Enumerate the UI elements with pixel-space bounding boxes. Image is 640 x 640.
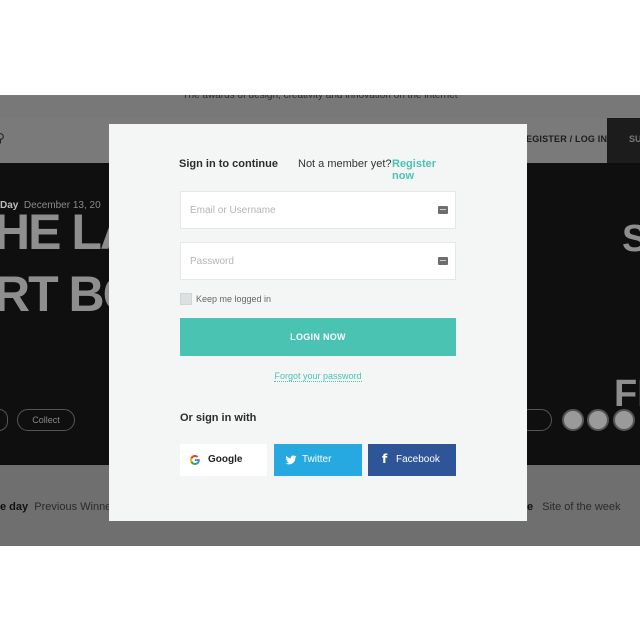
- avatar: [562, 409, 584, 431]
- collect-button: Collect: [17, 409, 75, 431]
- bottom-left-links: e day Previous Winne: [0, 501, 112, 513]
- keyboard-icon: [438, 257, 448, 265]
- email-input[interactable]: [181, 192, 455, 228]
- sign-in-modal: Sign in to continue Not a member yet? Re…: [109, 124, 527, 521]
- google-icon: [190, 455, 200, 465]
- twitter-sign-in-button[interactable]: Twitter: [274, 444, 362, 476]
- facebook-sign-in-button[interactable]: f Facebook: [368, 444, 456, 476]
- modal-title: Sign in to continue: [179, 158, 278, 170]
- facebook-f-icon: f: [382, 452, 388, 466]
- submit-button: SU: [607, 118, 640, 163]
- keep-logged-in-checkbox[interactable]: [180, 293, 192, 305]
- keyboard-icon: [438, 206, 448, 214]
- hero-pill-left: [0, 409, 8, 431]
- google-sign-in-button[interactable]: Google: [180, 444, 267, 476]
- google-label: Google: [208, 454, 243, 465]
- facebook-label: Facebook: [396, 454, 440, 465]
- avatar: [587, 409, 609, 431]
- register-login-link: EGISTER / LOG IN: [526, 134, 608, 144]
- password-input[interactable]: [181, 243, 455, 279]
- twitter-label: Twitter: [302, 454, 332, 465]
- hero-right-headline-1: S: [622, 218, 640, 260]
- site-tagline: The awards of design, creativity and inn…: [0, 95, 640, 118]
- forgot-password: Forgot your password: [109, 371, 527, 382]
- modal-header: Sign in to continue Not a member yet? Re…: [179, 158, 457, 182]
- not-member-text: Not a member yet?: [298, 158, 392, 170]
- keep-logged-in-label: Keep me logged in: [196, 294, 272, 304]
- email-field[interactable]: [180, 191, 456, 229]
- register-now-link[interactable]: Register now: [392, 158, 457, 182]
- or-sign-in-heading: Or sign in with: [180, 412, 257, 424]
- search-icon: ⚲: [0, 131, 5, 145]
- twitter-bird-icon: [285, 455, 297, 465]
- password-field[interactable]: [180, 242, 456, 280]
- login-button[interactable]: LOGIN NOW: [180, 318, 456, 356]
- forgot-password-link[interactable]: Forgot your password: [274, 371, 362, 382]
- avatar: [613, 409, 635, 431]
